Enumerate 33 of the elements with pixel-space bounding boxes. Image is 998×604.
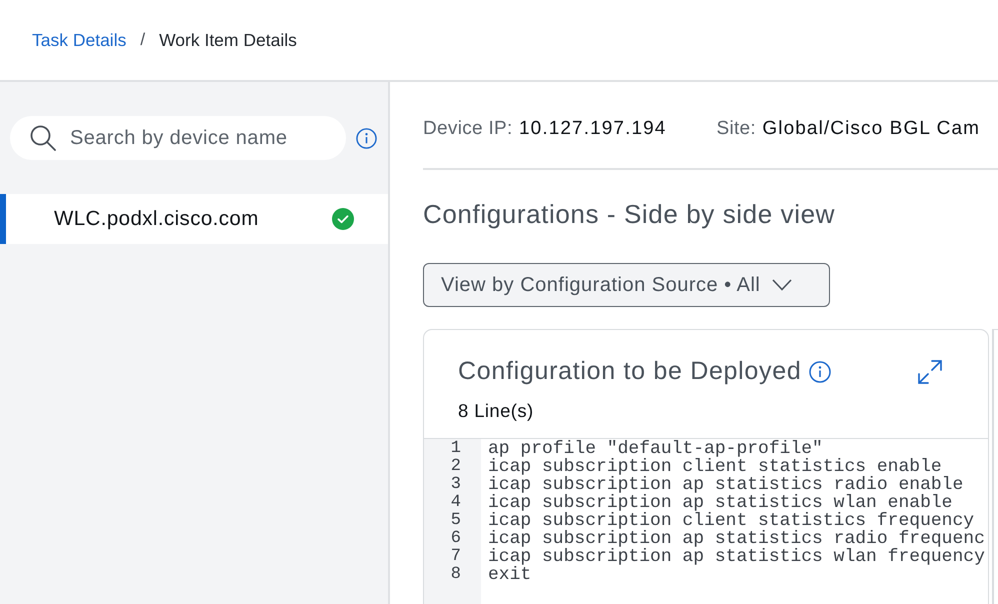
info-icon[interactable] — [809, 360, 832, 382]
line-count: 8 Line(s) — [458, 400, 534, 422]
device-info-text: Site: Global/Cisco BGL Cam — [716, 118, 980, 140]
code-line: icap subscription client statistics frequency — [488, 512, 974, 530]
device-name: WLC.podxl.cisco.com — [54, 207, 259, 231]
line-number: 1 — [450, 440, 462, 458]
code-line: icap subscription client statistics enable — [488, 458, 942, 476]
line-number: 5 — [450, 512, 462, 530]
line-number: 2 — [450, 458, 462, 476]
caret-icon — [772, 279, 792, 291]
info-icon[interactable] — [356, 128, 377, 148]
card-title: Configuration to be Deployed — [458, 357, 802, 386]
filter-dropdown[interactable]: View by Configuration Source • All — [423, 263, 830, 307]
code-line: icap subscription ap statistics wlan frequency — [488, 548, 985, 566]
code-line: ap profile "default-ap-profile" — [488, 440, 823, 458]
line-number: 8 — [450, 566, 462, 584]
code-line: icap subscription ap statistics wlan enable — [488, 494, 952, 512]
device-list-item[interactable]: WLC.podxl.cisco.com — [0, 194, 388, 244]
line-number: 4 — [450, 494, 462, 512]
expand-icon[interactable] — [918, 360, 942, 384]
line-number: 6 — [450, 530, 462, 548]
breadcrumb-link[interactable]: Task Details — [32, 30, 126, 50]
search-field[interactable]: Search by device name — [10, 116, 346, 160]
code-line: icap subscription ap statistics radio enable — [488, 476, 964, 494]
search-icon — [30, 125, 56, 151]
section-title: Configurations - Side by side view — [423, 199, 836, 230]
device-info-text: Device IP: 10.127.197.194 — [423, 118, 666, 140]
breadcrumb-separator: / — [140, 30, 146, 50]
line-number: 3 — [450, 476, 462, 494]
line-number: 7 — [450, 548, 462, 566]
breadcrumb-current: Work Item Details — [159, 30, 297, 50]
code-line: icap subscription ap statistics radio frequenc — [488, 530, 985, 548]
code-line: exit — [488, 566, 532, 584]
